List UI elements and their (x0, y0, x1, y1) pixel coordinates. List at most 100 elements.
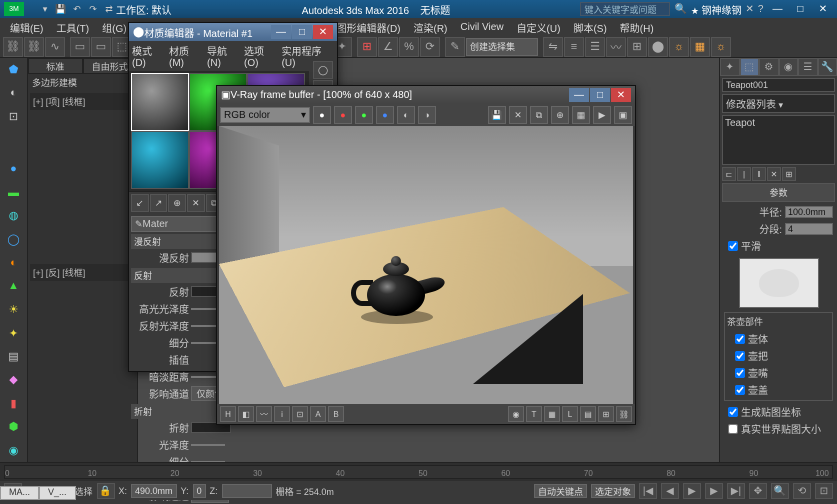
pin-stack-icon[interactable]: ⊏ (722, 167, 736, 181)
smooth-checkbox[interactable] (728, 241, 738, 251)
menu-civil[interactable]: Civil View (454, 21, 509, 34)
close-icon[interactable]: ✕ (813, 2, 833, 16)
nav-orbit-icon[interactable]: ⟲ (793, 483, 811, 499)
play-next-icon[interactable]: ▶ (705, 483, 723, 499)
vray-lut-icon[interactable]: L (562, 406, 578, 422)
render-frame-icon[interactable]: ▦ (690, 37, 710, 57)
y-coord-input[interactable]: 0 (193, 484, 206, 498)
helper-icon[interactable]: ◆ (2, 369, 26, 390)
get-mat-icon[interactable]: ↙ (131, 194, 149, 212)
undo-icon[interactable]: ↶ (70, 2, 84, 16)
named-sel-drop[interactable]: 创建选择集 (466, 38, 538, 56)
exchange-icon[interactable]: ✕ (745, 4, 753, 15)
timeline[interactable]: 0 10 20 30 40 50 60 70 80 90 100 (0, 463, 837, 481)
render-icon[interactable]: ☼ (711, 37, 731, 57)
lid-checkbox[interactable] (735, 385, 745, 395)
vray-comp-icon[interactable]: A (310, 406, 326, 422)
viewport-label-top[interactable]: [+] [项] [线框] (30, 93, 135, 110)
mirror-icon[interactable]: ⇋ (543, 37, 563, 57)
vray-link-icon[interactable]: ⛓ (616, 406, 632, 422)
maximize-icon[interactable]: □ (790, 2, 810, 16)
torus-icon[interactable]: ◯ (2, 229, 26, 250)
create-tab-icon[interactable]: ✦ (720, 58, 740, 76)
genmap-checkbox[interactable] (728, 407, 738, 417)
teapot-icon[interactable]: ◐ (2, 252, 26, 273)
snap-icon[interactable]: ⊞ (357, 37, 377, 57)
help-icon[interactable]: ? (758, 4, 764, 15)
strip-icon[interactable]: ◐ (2, 82, 26, 103)
vray-stamp-icon[interactable]: T (526, 406, 542, 422)
matedit-menu-mode[interactable]: 模式(D) (132, 43, 165, 69)
minimize-icon[interactable]: — (767, 2, 787, 16)
vray-render-view[interactable] (219, 126, 633, 404)
body-checkbox[interactable] (735, 334, 745, 344)
selobj-drop[interactable]: 选定对象 (591, 484, 635, 498)
vray-close-icon[interactable]: ✕ (611, 88, 631, 102)
menu-script[interactable]: 脚本(S) (567, 19, 612, 36)
lock-icon[interactable]: 🔒 (97, 483, 115, 499)
matedit-close-icon[interactable]: ✕ (313, 25, 333, 39)
vray-clear-icon[interactable]: ✕ (509, 106, 527, 124)
utilities-tab-icon[interactable]: 🔧 (818, 58, 837, 76)
vray-srgb-icon[interactable]: ▦ (544, 406, 560, 422)
remove-mod-icon[interactable]: ✕ (767, 167, 781, 181)
reset-mat-icon[interactable]: ✕ (187, 194, 205, 212)
vray-render-last-icon[interactable]: ▣ (614, 106, 632, 124)
space-icon[interactable]: ▮ (2, 393, 26, 414)
play-prev-icon[interactable]: ◀ (661, 483, 679, 499)
z-coord-input[interactable] (222, 484, 272, 498)
redo-icon[interactable]: ↷ (86, 2, 100, 16)
matedit-max-icon[interactable]: □ (292, 25, 312, 39)
spinner-snap-icon[interactable]: ⟳ (420, 37, 440, 57)
unlink-tool-icon[interactable]: ⛓ (24, 37, 44, 57)
x-coord-input[interactable]: 490.0mm (131, 484, 177, 498)
vray-rgb-icon[interactable]: ● (313, 106, 331, 124)
menu-customize[interactable]: 自定义(U) (511, 19, 567, 36)
link-tool-icon[interactable]: ⛓ (3, 37, 23, 57)
help-search-input[interactable]: 键入关键字或问题 (580, 2, 670, 16)
radius-input[interactable]: 100.0mm (785, 206, 833, 218)
modifier-list-drop[interactable]: 修改器列表 ▾ (722, 94, 835, 113)
autokey-button[interactable]: 自动关键点 (534, 484, 587, 498)
app-logo-icon[interactable]: 3M (4, 2, 24, 16)
gloss-input[interactable] (191, 444, 225, 446)
matedit-menu-nav[interactable]: 导航(N) (207, 43, 240, 69)
menu-help[interactable]: 帮助(H) (614, 19, 660, 36)
cone-icon[interactable]: ▲ (2, 276, 26, 297)
save-icon[interactable]: 💾 (54, 2, 68, 16)
vray-save-icon[interactable]: 💾 (488, 106, 506, 124)
open-icon[interactable]: ▾ (38, 2, 52, 16)
vray-g-icon[interactable]: ● (355, 106, 373, 124)
signin-label[interactable]: ★ 钢神缘钢 (691, 2, 742, 17)
vray-curve-icon[interactable]: 〰 (256, 406, 272, 422)
vray-min-icon[interactable]: — (569, 88, 589, 102)
hierarchy-tab-icon[interactable]: ⚙ (759, 58, 779, 76)
menu-graph[interactable]: 图形编辑器(D) (331, 19, 407, 36)
vray-r-icon[interactable]: ● (334, 106, 352, 124)
material-editor-icon[interactable]: ⬤ (648, 37, 668, 57)
segments-input[interactable]: 4 (785, 223, 833, 235)
vray-copy-icon[interactable]: ⧉ (530, 106, 548, 124)
curve-editor-icon[interactable]: 〰 (606, 37, 626, 57)
percent-snap-icon[interactable]: % (399, 37, 419, 57)
params-rollout-header[interactable]: 参数 (722, 183, 835, 202)
matedit-menu-options[interactable]: 选项(O) (244, 43, 278, 69)
bind-space-icon[interactable]: ∿ (45, 37, 65, 57)
render-setup-icon[interactable]: ☼ (669, 37, 689, 57)
misc-icon[interactable]: ◉ (2, 439, 26, 460)
vray-titlebar[interactable]: ▣ V-Ray frame buffer - [100% of 640 x 48… (217, 86, 635, 104)
unique-icon[interactable]: ǁ (752, 167, 766, 181)
strip-icon[interactable]: ⊡ (2, 106, 26, 127)
vray-region-icon[interactable]: ▦ (572, 106, 590, 124)
display-tab-icon[interactable]: ☰ (798, 58, 818, 76)
assign-mat-icon[interactable]: ⊕ (168, 194, 186, 212)
vray-comp2-icon[interactable]: B (328, 406, 344, 422)
workspace-label[interactable]: 工作区: 默认 (116, 2, 172, 17)
taskbar-tab[interactable]: MA... (0, 486, 39, 500)
cylinder-icon[interactable]: ◍ (2, 205, 26, 226)
vray-channel-select[interactable]: RGB color▾ (220, 107, 310, 123)
select-name-icon[interactable]: ▭ (91, 37, 111, 57)
vray-b-icon[interactable]: ● (376, 106, 394, 124)
menu-render[interactable]: 渲染(R) (408, 19, 454, 36)
spout-checkbox[interactable] (735, 368, 745, 378)
